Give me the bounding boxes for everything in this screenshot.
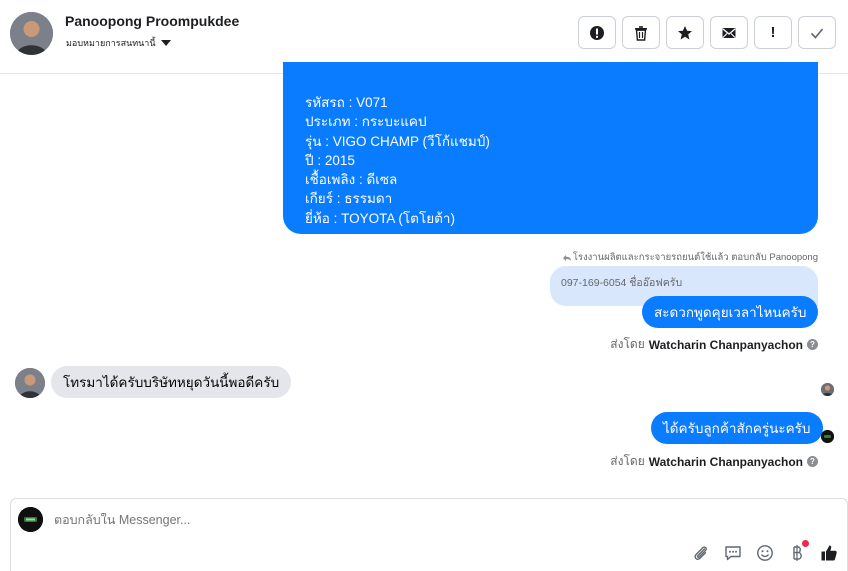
assign-label: มอบหมายการสนทนานี้ <box>66 38 156 48</box>
contact-avatar-small[interactable] <box>15 368 45 398</box>
page-avatar <box>18 507 43 532</box>
outgoing-message[interactable]: ได้ครับลูกค้าสักครู่นะครับ <box>651 412 823 444</box>
exclamation-icon: ! <box>770 24 776 41</box>
star-button[interactable] <box>666 16 704 49</box>
message-composer <box>10 498 848 571</box>
quoted-text: 097-169-6054 ชื่ออ๊อฟครับ <box>561 277 683 289</box>
follow-up-button[interactable]: ! <box>754 16 792 49</box>
mark-spam-button[interactable] <box>578 16 616 49</box>
message-text: โทรมาได้ครับบริษัทหยุดวันนี้พอดีครับ <box>63 375 280 390</box>
emoji-button[interactable] <box>755 543 775 563</box>
chat-icon <box>725 546 741 561</box>
contact-avatar[interactable] <box>10 12 53 55</box>
star-icon <box>678 25 692 39</box>
spec-line-gear: เกียร์ : ธรรมดา <box>305 191 393 207</box>
contact-name[interactable]: Panoopong Proompukdee <box>65 13 239 29</box>
sent-by-prefix: ส่งโดย <box>610 337 645 351</box>
outgoing-message[interactable]: สะดวกพูดคุยเวลาไหนครับ <box>642 296 819 328</box>
question-icon[interactable]: ? <box>807 339 818 350</box>
assign-conversation-dropdown[interactable]: มอบหมายการสนทนานี้ <box>66 36 171 50</box>
outgoing-car-spec-message[interactable]: รหัสรถ : V071 ประเภท : กระบะแคป รุ่น : V… <box>283 62 818 234</box>
caret-down-icon <box>160 40 171 46</box>
composer-tools <box>691 540 839 563</box>
payment-button[interactable] <box>787 540 809 563</box>
sender-name[interactable]: Watcharin Chanpanyachon <box>649 338 803 352</box>
sender-name[interactable]: Watcharin Chanpanyachon <box>649 455 803 469</box>
message-text: สะดวกพูดคุยเวลาไหนครับ <box>654 305 807 320</box>
header-actions: ! <box>578 16 836 49</box>
thumbs-up-icon <box>821 545 837 561</box>
spec-line-code: รหัสรถ : V071 <box>305 95 388 110</box>
mark-done-button[interactable] <box>798 16 836 49</box>
message-text: ได้ครับลูกค้าสักครู่นะครับ <box>663 421 811 436</box>
seen-avatar <box>821 383 834 396</box>
sent-by-prefix: ส่งโดย <box>610 454 645 468</box>
spec-line-brand: ยี่ห้อ : TOYOTA (โตโยต้า) <box>305 210 455 226</box>
sent-by-label: ส่งโดย Watcharin Chanpanyachon ? <box>610 452 818 471</box>
mark-unread-button[interactable] <box>710 16 748 49</box>
envelope-icon <box>722 27 736 38</box>
seen-avatar <box>821 430 834 443</box>
incoming-message[interactable]: โทรมาได้ครับบริษัทหยุดวันนี้พอดีครับ <box>51 366 292 398</box>
like-button[interactable] <box>819 543 839 563</box>
reply-arrow-icon <box>562 254 571 261</box>
spec-line-type: ประเภท : กระบะแคป <box>305 114 427 130</box>
reply-note-text: โรงงานผลิตและกระจายรถยนต์ใช้แล้ว ตอบกลับ… <box>572 252 818 263</box>
paperclip-icon <box>694 546 707 560</box>
spec-line-model: รุ่น : VIGO CHAMP (วีโก้แชมป์) <box>305 133 490 149</box>
reply-context-note: โรงงานผลิตและกระจายรถยนต์ใช้แล้ว ตอบกลับ… <box>562 250 818 265</box>
alert-circle-icon <box>590 25 604 40</box>
spec-line-year: ปี : 2015 <box>305 152 355 168</box>
trash-icon <box>635 25 647 41</box>
delete-button[interactable] <box>622 16 660 49</box>
question-icon[interactable]: ? <box>807 456 818 467</box>
spec-line-fuel: เชื้อเพลิง : ดีเซล <box>305 172 398 188</box>
reply-input[interactable] <box>54 513 654 527</box>
sent-by-label: ส่งโดย Watcharin Chanpanyachon ? <box>610 335 818 354</box>
attach-file-button[interactable] <box>691 543 711 563</box>
notification-dot <box>802 540 809 547</box>
saved-replies-button[interactable] <box>723 543 743 563</box>
check-icon <box>810 27 824 39</box>
emoji-icon <box>757 545 773 561</box>
